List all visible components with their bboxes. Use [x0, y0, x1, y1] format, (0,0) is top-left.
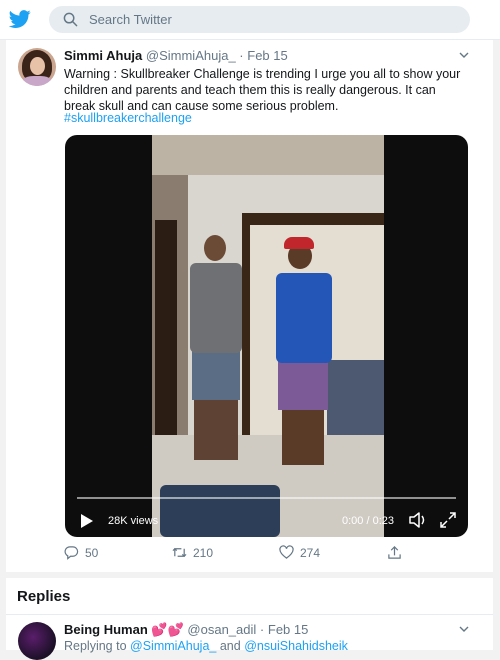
dot-separator: · — [239, 48, 244, 63]
tweet-actions: 50 210 274 — [6, 545, 493, 565]
video-mat — [160, 485, 280, 537]
video-frame — [152, 135, 384, 537]
reply-count: 50 — [85, 545, 99, 560]
avatar-shirt — [22, 76, 52, 86]
reply-author-handle[interactable]: @osan_adil — [187, 622, 256, 637]
person-2-shirt — [276, 273, 332, 363]
mention-link[interactable]: @nsuiShahidsheik — [244, 639, 348, 653]
top-bar: Search Twitter — [0, 0, 500, 40]
avatar[interactable] — [18, 48, 56, 86]
tweet-card: Simmi Ahuja @SimmiAhuja_ · Feb 15 Warnin… — [6, 40, 493, 572]
video-views: 28K views — [108, 515, 159, 527]
hashtag-link[interactable]: #skullbreakerchallenge — [64, 111, 192, 125]
reply-icon — [64, 546, 79, 560]
like-button[interactable]: 274 — [279, 545, 320, 560]
mention-link[interactable]: @SimmiAhuja_ — [130, 639, 216, 653]
retweet-button[interactable]: 210 — [172, 545, 213, 560]
video-ceiling — [152, 135, 384, 175]
video-boxes — [327, 360, 384, 445]
person-2-legs — [282, 410, 324, 465]
avatar-face — [30, 57, 45, 75]
divider — [6, 614, 493, 615]
replying-prefix: Replying to — [64, 639, 127, 653]
reply-avatar[interactable] — [18, 622, 56, 660]
replies-section: Replies Being Human 💕💕 @osan_adil · Feb … — [6, 578, 493, 660]
tweet-text: Warning : Skullbreaker Challenge is tren… — [64, 67, 461, 113]
reply-header: Being Human 💕💕 @osan_adil · Feb 15 — [64, 622, 308, 638]
person-2-cap — [284, 237, 314, 249]
reply-date[interactable]: Feb 15 — [268, 622, 308, 637]
replying-to: Replying to @SimmiAhuja_ and @nsuiShahid… — [64, 639, 348, 653]
hearts-emoji: 💕💕 — [151, 622, 184, 637]
author-handle[interactable]: @SimmiAhuja_ — [146, 48, 236, 63]
retweet-count: 210 — [193, 545, 214, 560]
heart-icon — [279, 545, 294, 559]
video-progress-bar[interactable] — [77, 497, 456, 499]
person-1-shirt — [190, 263, 242, 353]
twitter-bird-icon[interactable] — [9, 8, 31, 30]
tweet-header: Simmi Ahuja @SimmiAhuja_ · Feb 15 — [64, 48, 288, 63]
share-icon — [388, 546, 401, 559]
reply-author-name[interactable]: Being Human — [64, 622, 148, 637]
like-count: 274 — [300, 545, 321, 560]
person-1-head — [204, 235, 226, 261]
replies-heading: Replies — [17, 588, 71, 605]
person-1-shorts — [192, 350, 240, 400]
chevron-down-icon[interactable] — [459, 50, 469, 60]
video-door — [155, 220, 177, 450]
tweet-date[interactable]: Feb 15 — [247, 48, 287, 63]
replying-and: and — [219, 639, 241, 653]
reply-button[interactable]: 50 — [64, 545, 98, 560]
video-time: 0:00 / 0:23 — [342, 515, 394, 527]
video-player[interactable]: 28K views 0:00 / 0:23 — [65, 135, 468, 537]
person-2-shorts — [278, 360, 328, 410]
chevron-down-icon[interactable] — [459, 624, 469, 634]
retweet-icon — [172, 547, 187, 558]
search-box[interactable]: Search Twitter — [49, 6, 470, 33]
dot-separator: · — [259, 622, 265, 637]
share-button[interactable] — [387, 545, 402, 560]
search-icon — [63, 12, 78, 27]
fullscreen-icon[interactable] — [440, 512, 456, 528]
play-icon[interactable] — [80, 513, 94, 529]
author-name[interactable]: Simmi Ahuja — [64, 48, 142, 63]
volume-icon[interactable] — [408, 511, 428, 529]
search-input[interactable]: Search Twitter — [89, 12, 172, 27]
